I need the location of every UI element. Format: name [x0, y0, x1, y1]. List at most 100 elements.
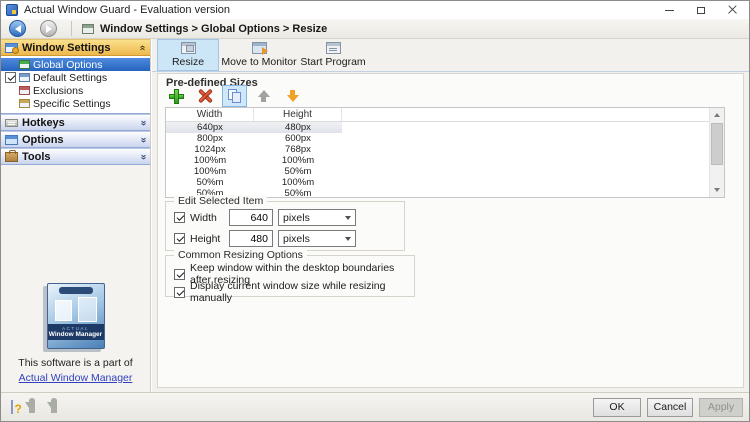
- tree-item-default-settings[interactable]: Default Settings: [1, 71, 150, 84]
- arrow-down-icon: [287, 90, 299, 102]
- table-header: Width Height: [166, 108, 724, 122]
- sidebar-item-tools[interactable]: Tools »: [1, 148, 150, 165]
- add-size-button[interactable]: [164, 85, 189, 107]
- undo-icon: [29, 398, 35, 413]
- options-icon: [5, 135, 18, 145]
- hotkeys-icon: [5, 119, 18, 127]
- tab-bar: Resize Move to Monitor Start Program: [152, 39, 749, 72]
- window-controls: [653, 1, 749, 19]
- sidebar: Window Settings » Global Options Default…: [1, 39, 151, 392]
- sidebar-item-hotkeys[interactable]: Hotkeys »: [1, 114, 150, 131]
- redo-button[interactable]: [51, 401, 57, 413]
- category-label: Options: [22, 134, 64, 146]
- close-button[interactable]: [717, 1, 749, 19]
- cancel-button[interactable]: Cancel: [647, 398, 693, 417]
- ok-button[interactable]: OK: [593, 398, 641, 417]
- tree-item-global-options[interactable]: Global Options: [1, 58, 150, 71]
- window-settings-icon: [5, 43, 18, 53]
- table-row[interactable]: 100%m 100%m: [166, 155, 724, 166]
- tab-start-program[interactable]: Start Program: [299, 39, 367, 71]
- tree-item-exclusions[interactable]: Exclusions: [1, 84, 150, 97]
- category-label: Window Settings: [22, 42, 111, 54]
- width-unit-select[interactable]: pixels: [278, 209, 356, 226]
- scroll-up-icon: [714, 113, 720, 117]
- move-to-monitor-icon: [252, 42, 267, 54]
- tree-item-specific-settings[interactable]: Specific Settings: [1, 97, 150, 110]
- copy-icon: [228, 89, 242, 103]
- scroll-up-button[interactable]: [710, 108, 724, 122]
- width-checkbox[interactable]: [174, 212, 185, 223]
- height-input[interactable]: [229, 230, 273, 247]
- column-header-height[interactable]: Height: [254, 108, 342, 121]
- window-title: Actual Window Guard - Evaluation version: [24, 4, 230, 16]
- default-settings-checkbox[interactable]: [5, 72, 16, 83]
- window-settings-tree: Global Options Default Settings Exclusio…: [1, 56, 150, 114]
- table-scrollbar[interactable]: [709, 108, 724, 197]
- global-options-icon: [19, 60, 30, 69]
- table-row[interactable]: 50%m 100%m: [166, 177, 724, 188]
- chevron-down-icon: »: [138, 137, 148, 143]
- actual-window-manager-link[interactable]: Actual Window Manager: [1, 372, 150, 384]
- common-resizing-options-group: Common Resizing Options Keep window with…: [165, 255, 415, 297]
- resize-panel: Pre-defined Sizes Width Height 640px 480…: [157, 73, 744, 388]
- keep-window-checkbox[interactable]: [174, 269, 185, 280]
- minimize-button[interactable]: [653, 1, 685, 19]
- move-up-button[interactable]: [251, 85, 276, 107]
- toolbar-separator: [71, 21, 72, 36]
- group-legend: Edit Selected Item: [174, 195, 267, 207]
- titlebar: Actual Window Guard - Evaluation version: [1, 1, 749, 19]
- navigation-toolbar: Window Settings > Global Options > Resiz…: [1, 19, 749, 39]
- table-row[interactable]: 800px 600px: [166, 133, 724, 144]
- copy-size-button[interactable]: [222, 85, 247, 107]
- display-size-checkbox[interactable]: [174, 287, 185, 298]
- table-row[interactable]: 640px 480px: [166, 122, 724, 133]
- sidebar-item-window-settings[interactable]: Window Settings »: [1, 39, 150, 56]
- table-row[interactable]: 100%m 50%m: [166, 166, 724, 177]
- display-size-label: Display current window size while resizi…: [190, 280, 414, 304]
- breadcrumb: Window Settings > Global Options > Resiz…: [100, 23, 327, 35]
- delete-size-button[interactable]: [193, 85, 218, 107]
- tree-item-label: Global Options: [33, 59, 102, 71]
- apply-button: Apply: [699, 398, 743, 417]
- product-logo-icon: [59, 287, 93, 294]
- dropdown-chevron-icon: [340, 237, 355, 241]
- forward-button[interactable]: [40, 20, 57, 37]
- footer-note: This software is a part of: [1, 357, 150, 369]
- move-down-button[interactable]: [280, 85, 305, 107]
- edit-selected-item-group: Edit Selected Item Width pixels Height: [165, 201, 405, 251]
- help-button[interactable]: [11, 401, 13, 413]
- arrow-up-icon: [258, 90, 270, 102]
- table-row[interactable]: 1024px 768px: [166, 144, 724, 155]
- scrollbar-thumb[interactable]: [711, 123, 723, 165]
- tree-item-label: Default Settings: [33, 72, 107, 84]
- sidebar-item-options[interactable]: Options »: [1, 131, 150, 148]
- chevron-down-icon: »: [138, 154, 148, 160]
- edit-height-row: Height pixels: [174, 230, 356, 247]
- product-box-title: Window Manager: [49, 331, 102, 338]
- height-unit-select[interactable]: pixels: [278, 230, 356, 247]
- predefined-sizes-table: Width Height 640px 480px 800px 600px 102…: [165, 107, 725, 198]
- maximize-icon: [697, 7, 705, 14]
- undo-button[interactable]: [29, 401, 35, 413]
- plus-icon: [169, 89, 184, 104]
- product-box-image: ACTUAL Window Manager: [47, 283, 105, 349]
- breadcrumb-icon: [82, 24, 94, 34]
- bottom-bar: OK Cancel Apply: [1, 392, 749, 421]
- exclusions-icon: [19, 86, 30, 95]
- main-area: Resize Move to Monitor Start Program Pre…: [152, 39, 749, 392]
- tab-move-to-monitor[interactable]: Move to Monitor: [219, 39, 299, 71]
- specific-settings-icon: [19, 99, 30, 108]
- width-input[interactable]: [229, 209, 273, 226]
- display-size-option-row: Display current window size while resizi…: [174, 280, 414, 304]
- tab-label: Move to Monitor: [221, 56, 296, 68]
- chevron-down-icon: »: [138, 120, 148, 126]
- column-header-width[interactable]: Width: [166, 108, 254, 121]
- redo-icon: [51, 398, 57, 413]
- help-icon: [11, 400, 13, 414]
- height-checkbox[interactable]: [174, 233, 185, 244]
- tab-resize[interactable]: Resize: [157, 39, 219, 71]
- maximize-button[interactable]: [685, 1, 717, 19]
- back-button[interactable]: [9, 20, 26, 37]
- scroll-down-button[interactable]: [710, 183, 724, 197]
- tools-icon: [5, 152, 18, 162]
